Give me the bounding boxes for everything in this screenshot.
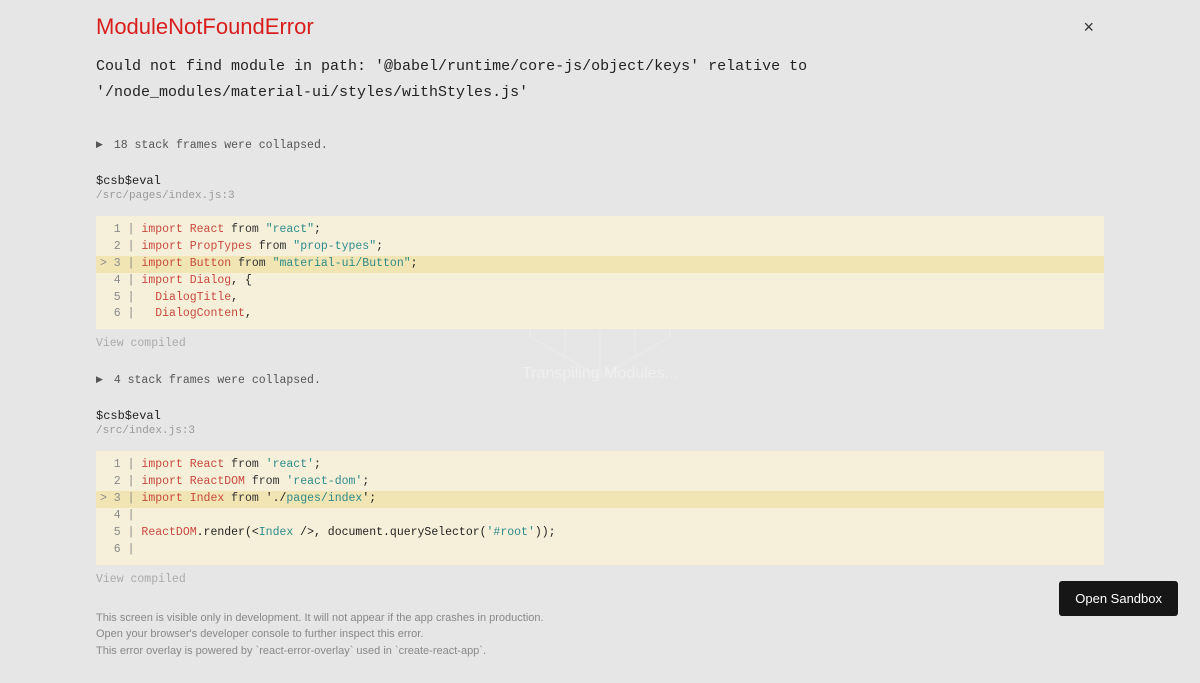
code-line: 2 | import PropTypes from "prop-types";	[96, 239, 1104, 256]
code-line: > 3 | import Button from "material-ui/Bu…	[96, 256, 1104, 273]
code-line: 4 |	[96, 508, 1104, 525]
view-compiled-link[interactable]: View compiled	[96, 573, 1104, 586]
error-title: ModuleNotFoundError	[96, 14, 1104, 40]
code-line: 2 | import ReactDOM from 'react-dom';	[96, 474, 1104, 491]
stack-frame-name: $csb$eval	[96, 409, 1104, 423]
code-block: 1 | import React from "react"; 2 | impor…	[96, 216, 1104, 329]
footer-note: This screen is visible only in developme…	[96, 610, 1104, 660]
code-line: > 3 | import Index from './pages/index';	[96, 491, 1104, 508]
close-button[interactable]: ×	[1083, 18, 1094, 36]
code-line: 6 |	[96, 542, 1104, 559]
code-line: 6 | DialogContent,	[96, 306, 1104, 323]
collapsed-frames-toggle[interactable]: ▶ 4 stack frames were collapsed.	[96, 374, 1104, 387]
code-line: 1 | import React from 'react';	[96, 457, 1104, 474]
chevron-right-icon: ▶	[96, 375, 103, 385]
stack-frame-name: $csb$eval	[96, 174, 1104, 188]
code-block: 1 | import React from 'react'; 2 | impor…	[96, 451, 1104, 564]
open-sandbox-button[interactable]: Open Sandbox	[1059, 581, 1178, 616]
collapsed-frames-toggle[interactable]: ▶ 18 stack frames were collapsed.	[96, 139, 1104, 152]
stack-frame-path: /src/pages/index.js:3	[96, 190, 1104, 202]
code-line: 1 | import React from "react";	[96, 222, 1104, 239]
stack-frame-path: /src/index.js:3	[96, 425, 1104, 437]
code-line: 5 | ReactDOM.render(<Index />, document.…	[96, 525, 1104, 542]
error-overlay: × ModuleNotFoundError Could not find mod…	[0, 0, 1200, 683]
code-line: 4 | import Dialog, {	[96, 273, 1104, 290]
chevron-right-icon: ▶	[96, 140, 103, 150]
code-line: 5 | DialogTitle,	[96, 290, 1104, 307]
error-message: Could not find module in path: '@babel/r…	[96, 54, 1016, 105]
view-compiled-link[interactable]: View compiled	[96, 337, 1104, 350]
